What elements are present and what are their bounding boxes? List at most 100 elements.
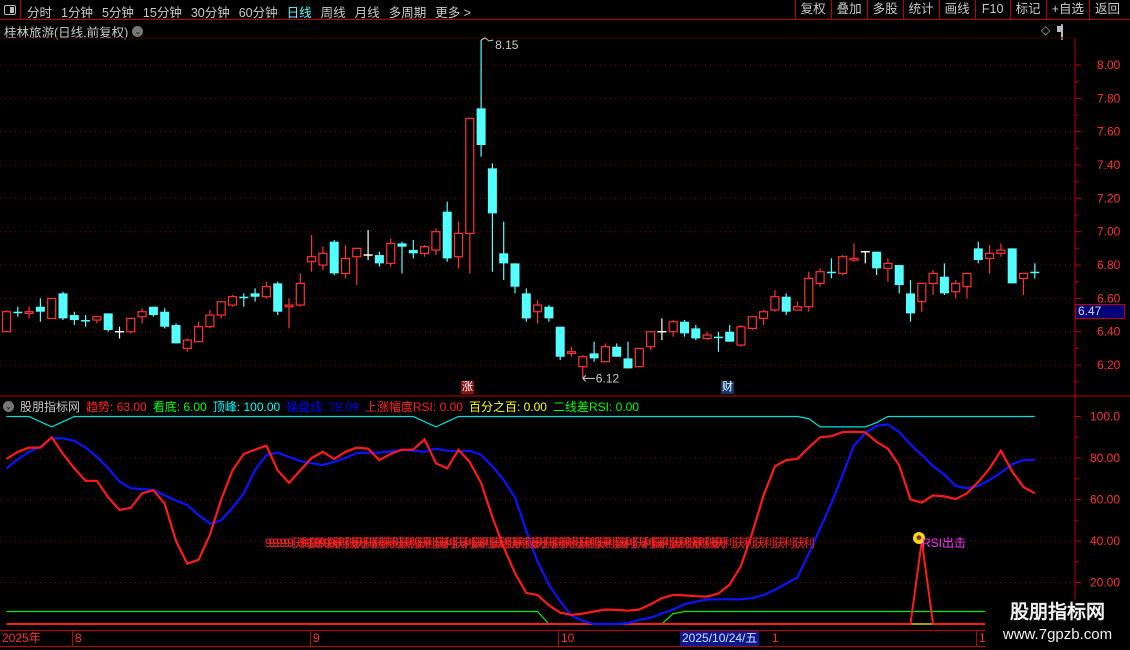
candle[interactable] xyxy=(295,273,305,307)
candle[interactable] xyxy=(397,241,407,274)
candle[interactable] xyxy=(883,258,893,282)
candle[interactable] xyxy=(668,320,678,337)
candle[interactable] xyxy=(194,321,204,343)
candle[interactable] xyxy=(747,316,757,331)
candle-body xyxy=(634,347,644,368)
candle[interactable] xyxy=(555,326,565,361)
candle[interactable] xyxy=(544,305,554,322)
candle[interactable] xyxy=(645,331,656,351)
badge-cai[interactable]: 财 xyxy=(721,381,734,394)
candle[interactable] xyxy=(182,338,192,352)
candle[interactable] xyxy=(521,288,531,322)
candle[interactable] xyxy=(713,331,723,352)
candle[interactable] xyxy=(951,280,961,299)
indicator-field: 看底: 6.00 xyxy=(153,398,207,415)
candle[interactable] xyxy=(137,308,147,324)
candle[interactable] xyxy=(962,272,972,299)
candle[interactable] xyxy=(148,306,158,317)
candle[interactable] xyxy=(1,310,12,333)
candle[interactable] xyxy=(996,243,1006,257)
candle[interactable] xyxy=(770,290,780,312)
candle[interactable] xyxy=(578,355,588,379)
candle[interactable] xyxy=(702,331,712,341)
candle[interactable] xyxy=(374,251,384,267)
candle[interactable] xyxy=(623,341,633,369)
candle[interactable] xyxy=(657,318,667,341)
candle[interactable] xyxy=(1030,263,1040,279)
candle[interactable] xyxy=(939,263,949,296)
candle[interactable] xyxy=(906,280,915,322)
candle[interactable] xyxy=(81,315,91,327)
candle[interactable] xyxy=(532,300,543,324)
candle[interactable] xyxy=(318,246,328,271)
candle[interactable] xyxy=(600,343,611,363)
candle[interactable] xyxy=(250,288,260,302)
candle[interactable] xyxy=(47,297,57,319)
candle[interactable] xyxy=(894,265,904,294)
candle[interactable] xyxy=(984,245,995,274)
candle[interactable] xyxy=(917,282,927,312)
candle[interactable] xyxy=(453,221,464,269)
candle[interactable] xyxy=(363,230,373,261)
candle[interactable] xyxy=(691,325,701,341)
candle[interactable] xyxy=(815,268,825,287)
candle[interactable] xyxy=(92,316,102,324)
candle[interactable] xyxy=(420,245,430,257)
candle[interactable] xyxy=(928,270,938,296)
candle[interactable] xyxy=(239,293,249,307)
chevron-down-icon[interactable]: ⌄ xyxy=(3,401,14,412)
candle[interactable] xyxy=(261,281,271,299)
candle[interactable] xyxy=(872,251,882,276)
candle[interactable] xyxy=(849,243,859,262)
badge-zhang[interactable]: 涨 xyxy=(461,381,474,394)
series-line-trend xyxy=(5,430,1036,617)
candle[interactable] xyxy=(612,343,622,357)
candle[interactable] xyxy=(826,258,836,279)
candle[interactable] xyxy=(589,341,599,362)
candle[interactable] xyxy=(273,281,283,316)
candle[interactable] xyxy=(566,346,577,357)
candle[interactable] xyxy=(634,347,644,368)
candle[interactable] xyxy=(1018,272,1029,296)
candle[interactable] xyxy=(115,326,124,339)
candle[interactable] xyxy=(13,306,23,317)
candle[interactable] xyxy=(758,310,769,326)
candle[interactable] xyxy=(35,298,45,322)
candle[interactable] xyxy=(24,306,34,319)
candle[interactable] xyxy=(431,228,441,256)
candle[interactable] xyxy=(476,39,486,157)
candle[interactable] xyxy=(973,241,983,264)
candle[interactable] xyxy=(792,301,803,311)
candle[interactable] xyxy=(386,238,396,267)
candle[interactable] xyxy=(725,325,735,342)
candle[interactable] xyxy=(216,301,226,319)
candle[interactable] xyxy=(680,320,689,337)
candle[interactable] xyxy=(510,263,520,294)
candle[interactable] xyxy=(352,247,362,286)
candle[interactable] xyxy=(126,317,136,334)
candlestick-chart[interactable]: 8.007.807.607.407.207.006.806.606.406.20… xyxy=(0,0,1130,400)
indicator-chart[interactable]: 100.0 80.00 60.00 40.00 20.00 xyxy=(0,396,1130,630)
candle[interactable] xyxy=(838,255,848,276)
candle[interactable] xyxy=(160,308,170,329)
candle[interactable] xyxy=(442,201,452,262)
candle[interactable] xyxy=(284,298,294,329)
candle[interactable] xyxy=(227,295,238,307)
candle[interactable] xyxy=(465,117,475,274)
candle[interactable] xyxy=(781,293,791,316)
candle[interactable] xyxy=(58,291,68,321)
candle[interactable] xyxy=(340,245,351,279)
candle[interactable] xyxy=(307,235,317,272)
candle[interactable] xyxy=(1007,248,1017,284)
candle[interactable] xyxy=(171,323,181,344)
candle[interactable] xyxy=(329,240,339,276)
candle[interactable] xyxy=(408,240,418,259)
candle[interactable] xyxy=(499,221,509,281)
candle[interactable] xyxy=(487,163,497,272)
candle[interactable] xyxy=(736,325,746,347)
candle[interactable] xyxy=(103,313,113,332)
candle[interactable] xyxy=(69,311,79,326)
candle[interactable] xyxy=(205,310,215,329)
candle[interactable] xyxy=(804,271,814,312)
candle[interactable] xyxy=(860,250,870,264)
